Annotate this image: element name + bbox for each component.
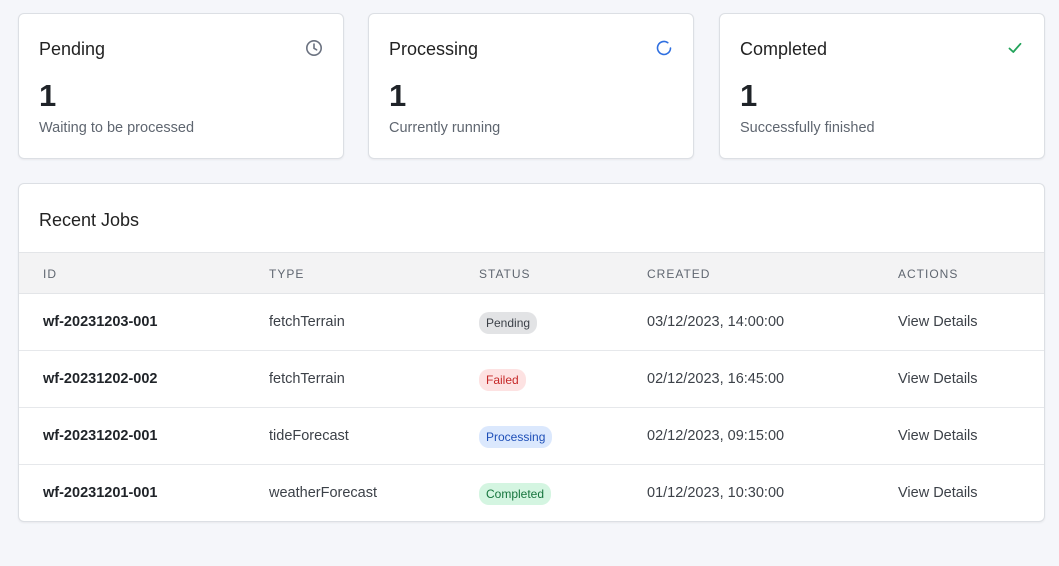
job-created: 01/12/2023, 10:30:00 — [647, 485, 785, 501]
table-row: wf-20231202-001 tideForecast Processing … — [19, 408, 1044, 465]
card-count: 1 — [389, 78, 407, 113]
job-type: weatherForecast — [269, 485, 377, 501]
view-details-link[interactable]: View Details — [898, 314, 978, 330]
card-title: Completed — [740, 39, 828, 59]
card-count: 1 — [39, 78, 57, 113]
check-icon — [1008, 42, 1022, 53]
job-id: wf-20231202-002 — [43, 371, 158, 387]
card-subtitle: Waiting to be processed — [39, 120, 195, 136]
card-subtitle: Currently running — [389, 120, 501, 136]
view-details-link[interactable]: View Details — [898, 371, 978, 387]
status-badge: Processing — [479, 426, 553, 448]
card-count: 1 — [740, 78, 758, 113]
view-details-link[interactable]: View Details — [898, 428, 978, 444]
job-type: fetchTerrain — [269, 314, 345, 330]
card-title: Processing — [389, 39, 479, 59]
recent-jobs-title: Recent Jobs — [39, 210, 140, 230]
processing-card: Processing 1 Currently running — [368, 13, 694, 159]
status-badge: Completed — [479, 483, 552, 505]
table-row: wf-20231201-001 weatherForecast Complete… — [19, 465, 1044, 521]
job-id: wf-20231202-001 — [43, 428, 158, 444]
spinner-icon — [656, 40, 672, 56]
job-type: tideForecast — [269, 428, 349, 444]
table-row: wf-20231203-001 fetchTerrain Pending 03/… — [19, 294, 1044, 351]
job-created: 02/12/2023, 16:45:00 — [647, 371, 785, 387]
status-badge: Failed — [479, 369, 526, 391]
job-id: wf-20231203-001 — [43, 314, 158, 330]
completed-card: Completed 1 Successfully finished — [719, 13, 1045, 159]
column-header-status: STATUS — [479, 267, 531, 281]
table-header: ID TYPE STATUS CREATED ACTIONS — [19, 252, 1044, 294]
pending-card: Pending 1 Waiting to be processed — [18, 13, 344, 159]
job-id: wf-20231201-001 — [43, 485, 158, 501]
status-badge: Pending — [479, 312, 538, 334]
card-title: Pending — [39, 39, 106, 59]
column-header-id: ID — [43, 267, 57, 281]
column-header-created: CREATED — [647, 267, 711, 281]
view-details-link[interactable]: View Details — [898, 485, 978, 501]
column-header-actions: ACTIONS — [898, 267, 959, 281]
job-type: fetchTerrain — [269, 371, 345, 387]
job-created: 02/12/2023, 09:15:00 — [647, 428, 785, 444]
table-row: wf-20231202-002 fetchTerrain Failed 02/1… — [19, 351, 1044, 408]
column-header-type: TYPE — [269, 267, 305, 281]
recent-jobs-panel: Recent Jobs ID TYPE STATUS CREATED ACTIO… — [18, 183, 1045, 522]
card-subtitle: Successfully finished — [740, 120, 875, 136]
clock-icon — [306, 40, 322, 56]
job-created: 03/12/2023, 14:00:00 — [647, 314, 785, 330]
status-summary-cards: Pending 1 Waiting to be processed Proces… — [18, 13, 1045, 159]
